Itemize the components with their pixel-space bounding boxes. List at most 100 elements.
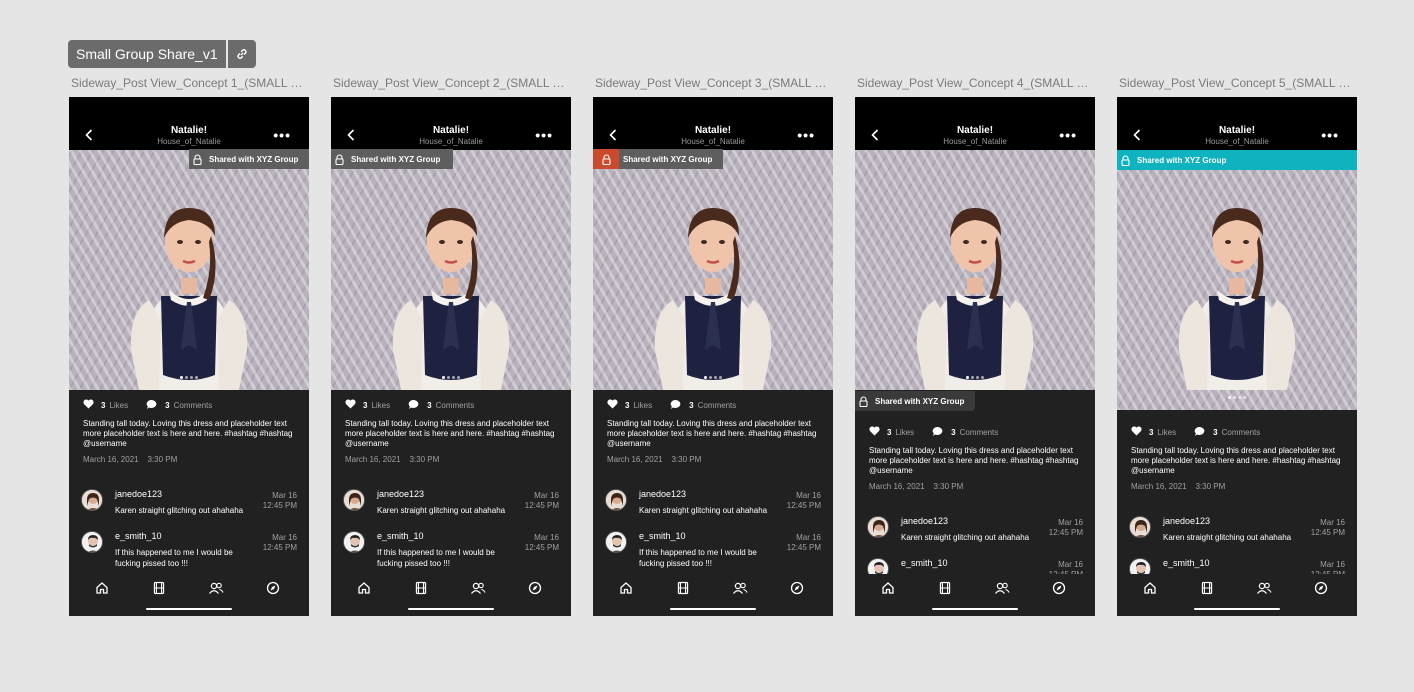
avatar[interactable] [343,531,365,553]
comment-item[interactable]: e_smith_10 If this happened to me I woul… [605,531,821,571]
group-icon[interactable] [208,581,224,600]
home-icon[interactable] [619,581,633,600]
frame-title[interactable]: Sideway_Post View_Concept 4_(SMALL GROUP… [857,76,1097,90]
post-photo[interactable] [855,150,1095,390]
shared-group-badge[interactable]: Shared with XYZ Group [855,391,975,411]
more-options-icon[interactable]: ••• [535,127,553,143]
portrait-illustration [392,208,510,390]
comment-item[interactable]: janedoe123 Karen straight glitching out … [867,516,1083,556]
comment-username[interactable]: janedoe123 [639,489,686,499]
compass-icon[interactable] [266,581,280,600]
home-icon[interactable] [357,581,371,600]
comment-username[interactable]: e_smith_10 [115,531,162,541]
post-photo[interactable] [69,150,309,390]
comments-label[interactable]: Comments [698,401,737,410]
compass-icon[interactable] [790,581,804,600]
comment-item[interactable]: janedoe123 Karen straight glitching out … [605,489,821,529]
comments-label[interactable]: Comments [1222,428,1261,437]
comment-date: Mar 16 [1320,560,1345,569]
post-photo[interactable] [593,150,833,390]
comment-username[interactable]: e_smith_10 [639,531,686,541]
avatar[interactable] [81,489,103,511]
post-photo[interactable] [331,150,571,390]
likes-label[interactable]: Likes [1157,428,1176,437]
link-icon[interactable] [227,40,256,68]
avatar[interactable] [343,489,365,511]
shared-group-badge[interactable]: Shared with XYZ Group [1117,150,1357,170]
home-icon[interactable] [95,581,109,600]
carousel-dots[interactable] [593,366,833,384]
comments-label[interactable]: Comments [174,401,213,410]
likes-label[interactable]: Likes [895,428,914,437]
post-photo[interactable] [1117,150,1357,410]
more-options-icon[interactable]: ••• [797,127,815,143]
comment-item[interactable]: e_smith_10 If this happened to me I woul… [81,531,297,571]
portrait-illustration [654,208,772,390]
compass-icon[interactable] [1314,581,1328,600]
frame-title[interactable]: Sideway_Post View_Concept 2_(SMALL GROUP… [333,76,573,90]
group-icon[interactable] [732,581,748,600]
heart-icon[interactable] [1131,426,1142,438]
carousel-dots[interactable] [1117,386,1357,404]
comment-timestamp: Mar 1612:45 PM [1049,518,1083,538]
comment-username[interactable]: janedoe123 [377,489,424,499]
carousel-dots[interactable] [855,366,1095,384]
comment-bubble-icon[interactable] [670,399,682,412]
shared-group-badge[interactable]: Shared with XYZ Group [189,149,309,169]
film-icon[interactable] [1200,581,1214,600]
avatar[interactable] [1129,516,1151,538]
comment-bubble-icon[interactable] [1194,426,1206,439]
comment-bubble-icon[interactable] [146,399,158,412]
carousel-dots[interactable] [69,366,309,384]
likes-label[interactable]: Likes [633,401,652,410]
more-options-icon[interactable]: ••• [273,127,291,143]
carousel-dots[interactable] [331,366,571,384]
group-icon[interactable] [1256,581,1272,600]
comment-username[interactable]: e_smith_10 [377,531,424,541]
comment-username[interactable]: e_smith_10 [901,558,948,568]
comment-item[interactable]: janedoe123 Karen straight glitching out … [1129,516,1345,556]
group-icon[interactable] [994,581,1010,600]
heart-icon[interactable] [83,399,94,411]
comment-item[interactable]: janedoe123 Karen straight glitching out … [81,489,297,529]
comment-bubble-icon[interactable] [932,426,944,439]
comments-label[interactable]: Comments [960,428,999,437]
comment-username[interactable]: e_smith_10 [1163,558,1210,568]
home-icon[interactable] [1143,581,1157,600]
comment-username[interactable]: janedoe123 [1163,516,1210,526]
film-icon[interactable] [938,581,952,600]
heart-icon[interactable] [345,399,356,411]
film-icon[interactable] [676,581,690,600]
home-icon[interactable] [881,581,895,600]
group-icon[interactable] [470,581,486,600]
comment-bubble-icon[interactable] [408,399,420,412]
heart-icon[interactable] [607,399,618,411]
frame-title[interactable]: Sideway_Post View_Concept 3_(SMALL GROUP… [595,76,835,90]
film-icon[interactable] [152,581,166,600]
compass-icon[interactable] [528,581,542,600]
post-stats: 3 Likes 3 Comments [1131,426,1346,438]
comments-count: 3 [689,400,694,410]
likes-label[interactable]: Likes [109,401,128,410]
comment-item[interactable]: janedoe123 Karen straight glitching out … [343,489,559,529]
frame-title[interactable]: Sideway_Post View_Concept 5_(SMALL GROUP… [1119,76,1359,90]
comment-item[interactable]: e_smith_10 If this happened to me I woul… [343,531,559,571]
compass-icon[interactable] [1052,581,1066,600]
shared-group-badge[interactable]: Shared with XYZ Group [331,149,453,169]
likes-label[interactable]: Likes [371,401,390,410]
avatar[interactable] [605,531,627,553]
comment-username[interactable]: janedoe123 [901,516,948,526]
comments-label[interactable]: Comments [436,401,475,410]
lock-icon [593,149,619,169]
section-label[interactable]: Small Group Share_v1 [68,40,256,68]
avatar[interactable] [81,531,103,553]
more-options-icon[interactable]: ••• [1059,127,1077,143]
heart-icon[interactable] [869,426,880,438]
frame-title[interactable]: Sideway_Post View_Concept 1_(SMALL GROUP… [71,76,311,90]
film-icon[interactable] [414,581,428,600]
avatar[interactable] [867,516,889,538]
avatar[interactable] [605,489,627,511]
more-options-icon[interactable]: ••• [1321,127,1339,143]
shared-group-badge[interactable]: Shared with XYZ Group [593,149,723,169]
comment-username[interactable]: janedoe123 [115,489,162,499]
